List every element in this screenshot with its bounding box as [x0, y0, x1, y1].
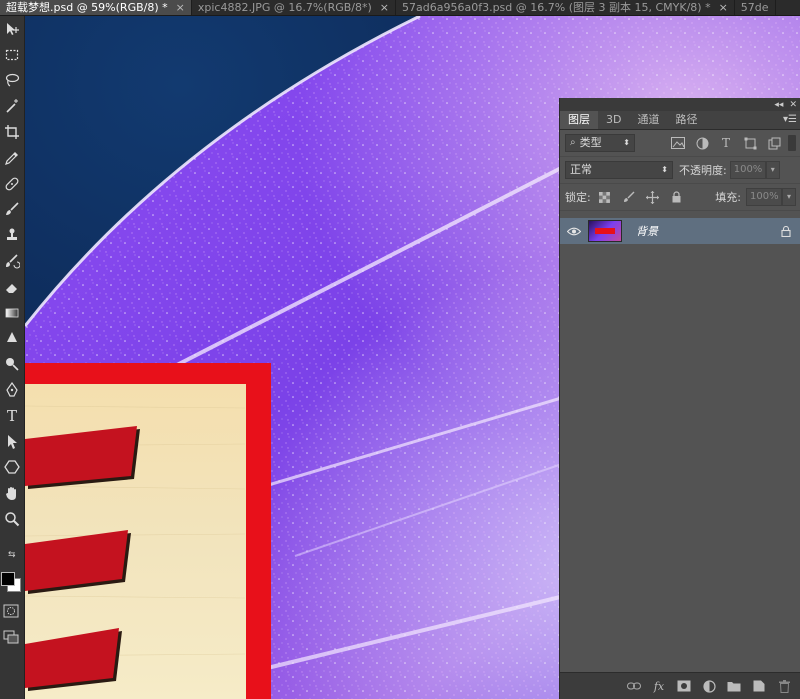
- brush-icon[interactable]: [0, 197, 24, 223]
- pen-icon[interactable]: [0, 377, 24, 403]
- collapse-icon[interactable]: ◂◂: [774, 100, 783, 110]
- layer-row-background[interactable]: 背景: [560, 218, 800, 244]
- filter-smart-object-icon[interactable]: [766, 135, 782, 151]
- shape-icon[interactable]: [0, 455, 24, 481]
- chevron-down-icon: ▾: [770, 165, 775, 174]
- filter-shape-icon[interactable]: [742, 135, 758, 151]
- crop-icon[interactable]: [0, 119, 24, 145]
- blend-mode-value: 正常: [570, 163, 592, 176]
- close-icon[interactable]: ×: [380, 0, 389, 15]
- add-mask-icon[interactable]: [677, 679, 691, 693]
- document-tab[interactable]: 57de: [735, 0, 776, 15]
- opacity-dropdown[interactable]: ▾: [765, 161, 780, 179]
- filter-pixel-icon[interactable]: [670, 135, 686, 151]
- lock-pixels-icon[interactable]: [621, 189, 637, 205]
- move-icon[interactable]: [0, 16, 24, 42]
- foreground-color-swatch[interactable]: [1, 572, 15, 586]
- marquee-icon[interactable]: [0, 42, 24, 68]
- document-tab-active[interactable]: 超载梦想.psd @ 59%(RGB/8) * ×: [0, 0, 192, 15]
- fill-label: 填充:: [715, 191, 741, 204]
- search-icon: ⌕: [570, 137, 576, 148]
- visibility-eye-icon[interactable]: [560, 227, 588, 236]
- eyedropper-icon[interactable]: [0, 145, 24, 171]
- layer-thumbnail: [588, 220, 622, 242]
- filter-kind-select[interactable]: ⌕ 类型 ⬍: [565, 134, 635, 152]
- filter-type-icon[interactable]: T: [718, 135, 734, 151]
- hand-icon[interactable]: [0, 480, 24, 506]
- new-layer-icon[interactable]: [752, 679, 766, 693]
- layers-panel-footer: fx: [560, 672, 800, 699]
- tools-panel: T ⇆: [0, 16, 25, 699]
- opacity-field[interactable]: 100%: [729, 161, 766, 179]
- lock-all-icon[interactable]: [669, 189, 685, 205]
- fill-value: 100%: [750, 191, 779, 202]
- lasso-icon[interactable]: [0, 68, 24, 94]
- panel-menu-icon[interactable]: ▾☰: [783, 114, 797, 125]
- filter-adjustment-icon[interactable]: [694, 135, 710, 151]
- path-selection-icon[interactable]: [0, 429, 24, 455]
- lock-row: 锁定: 填充: 100% ▾: [560, 184, 800, 211]
- filter-toggle[interactable]: [788, 135, 796, 151]
- close-icon[interactable]: ✕: [789, 100, 797, 110]
- close-icon[interactable]: ×: [176, 0, 185, 15]
- type-icon[interactable]: T: [0, 403, 24, 429]
- tab-paths[interactable]: 路径: [667, 111, 705, 129]
- dodge-icon[interactable]: [0, 351, 24, 377]
- tab-label: xpic4882.JPG @ 16.7%(RGB/8*): [197, 1, 372, 14]
- tab-label: 57de: [740, 1, 769, 14]
- tab-layers[interactable]: 图层: [560, 111, 598, 129]
- blend-mode-select[interactable]: 正常 ⬍: [565, 161, 673, 179]
- opacity-label: 不透明度:: [679, 164, 727, 177]
- healing-brush-icon[interactable]: [0, 171, 24, 197]
- group-folder-icon[interactable]: [727, 679, 741, 693]
- document-tab[interactable]: xpic4882.JPG @ 16.7%(RGB/8*) ×: [192, 0, 397, 15]
- swap-colors-icon[interactable]: ⇆: [8, 550, 18, 560]
- layers-panel: ◂◂ ✕ 图层 3D 通道 路径 ▾☰ ⌕ 类型 ⬍ T 正常 ⬍ 不透明度: …: [559, 98, 800, 699]
- tab-label: 57ad6a956a0f3.psd @ 16.7% (图层 3 副本 15, C…: [402, 1, 711, 14]
- type-tool-glyph: T: [6, 406, 17, 425]
- panel-tabs: 图层 3D 通道 路径 ▾☰: [560, 111, 800, 130]
- link-layers-icon[interactable]: [627, 679, 641, 693]
- zoom-icon[interactable]: [0, 506, 24, 532]
- fill-dropdown[interactable]: ▾: [782, 188, 796, 206]
- tab-channels[interactable]: 通道: [629, 111, 667, 129]
- lock-position-icon[interactable]: [645, 189, 661, 205]
- layers-list: 背景: [560, 216, 800, 668]
- fill-field[interactable]: 100%: [746, 188, 782, 206]
- opacity-value: 100%: [733, 164, 763, 175]
- layer-name: 背景: [636, 225, 658, 238]
- document-tab[interactable]: 57ad6a956a0f3.psd @ 16.7% (图层 3 副本 15, C…: [396, 0, 735, 15]
- close-icon[interactable]: ×: [719, 0, 728, 15]
- fx-icon[interactable]: fx: [652, 679, 666, 693]
- screen-mode-icon[interactable]: [3, 630, 19, 644]
- tab-3d[interactable]: 3D: [598, 111, 629, 129]
- panel-header: ◂◂ ✕: [560, 98, 800, 111]
- clone-stamp-icon[interactable]: [0, 222, 24, 248]
- lock-transparency-icon[interactable]: [597, 189, 613, 205]
- quick-mask-icon[interactable]: [3, 604, 19, 618]
- chevron-down-icon: ⬍: [661, 165, 668, 174]
- layer-filter-row: ⌕ 类型 ⬍ T: [560, 130, 800, 157]
- trash-icon[interactable]: [777, 679, 791, 693]
- layer-lock-icon: [771, 225, 800, 237]
- chevron-down-icon: ▾: [786, 192, 791, 201]
- document-tab-bar: 超载梦想.psd @ 59%(RGB/8) * × xpic4882.JPG @ …: [0, 0, 800, 16]
- magic-wand-icon[interactable]: [0, 93, 24, 119]
- history-brush-icon[interactable]: [0, 248, 24, 274]
- chevron-down-icon: ⬍: [623, 138, 630, 147]
- blend-mode-row: 正常 ⬍ 不透明度: 100% ▾: [560, 157, 800, 184]
- adjustment-layer-icon[interactable]: [702, 679, 716, 693]
- eraser-icon[interactable]: [0, 274, 24, 300]
- tab-label: 超载梦想.psd @ 59%(RGB/8) *: [6, 1, 168, 14]
- gradient-icon[interactable]: [0, 300, 24, 326]
- lock-label: 锁定:: [565, 191, 591, 204]
- fx-label: fx: [653, 679, 665, 693]
- blur-icon[interactable]: [0, 326, 24, 352]
- filter-kind-label: 类型: [579, 136, 602, 149]
